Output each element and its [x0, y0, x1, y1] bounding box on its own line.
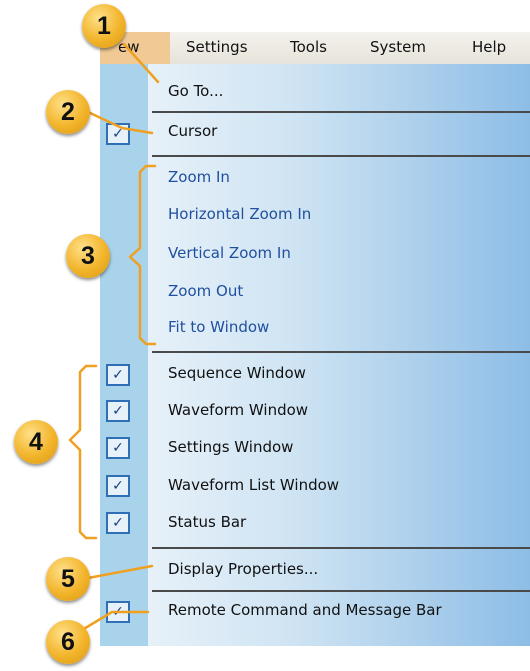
- callout-1: 1: [82, 4, 126, 48]
- callout-2: 2: [46, 90, 90, 134]
- callout-6-leader: [80, 610, 150, 632]
- callout-5-leader: [86, 564, 154, 580]
- callout-1-leader: [122, 42, 160, 84]
- callout-2-leader: [86, 110, 154, 135]
- callout-5: 5: [46, 557, 90, 601]
- callout-6: 6: [46, 620, 90, 664]
- callout-3-bracket: [128, 164, 157, 346]
- callout-4: 4: [14, 420, 58, 464]
- callout-4-bracket: [68, 364, 98, 540]
- callout-3: 3: [66, 234, 110, 278]
